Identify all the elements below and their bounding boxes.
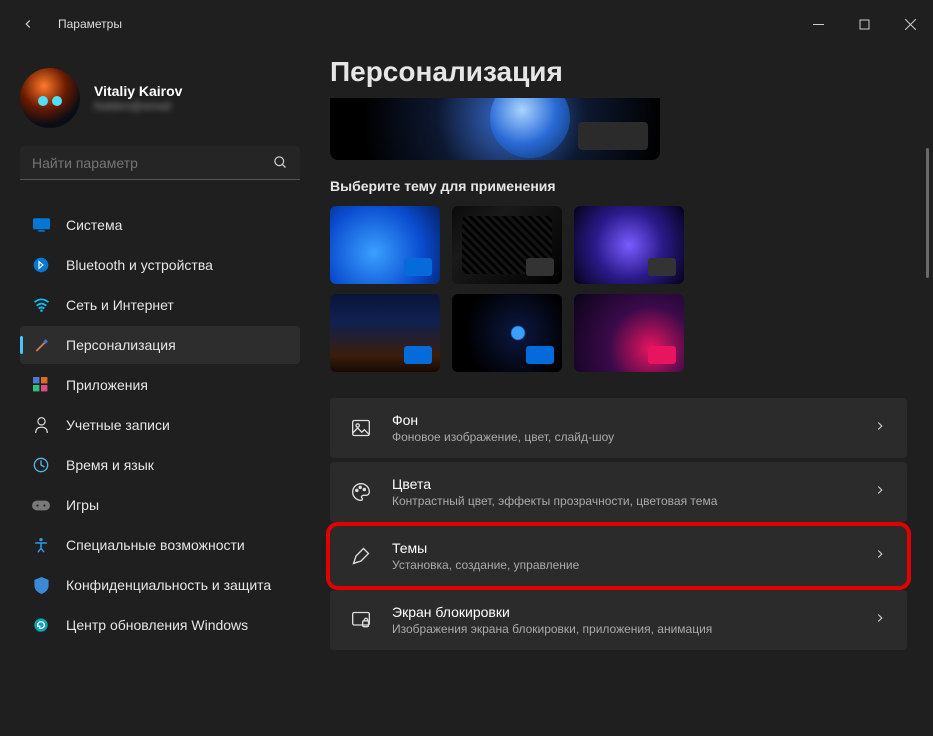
- close-button[interactable]: [887, 4, 933, 44]
- chevron-right-icon: [873, 419, 887, 438]
- sidebar-item-apps[interactable]: Приложения: [20, 366, 300, 404]
- user-email: hidden@email: [94, 99, 182, 113]
- sidebar-item-label: Персонализация: [66, 337, 176, 353]
- search-box[interactable]: [20, 146, 300, 180]
- bluetooth-icon: [32, 257, 50, 273]
- theme-option-4[interactable]: [330, 294, 440, 372]
- theme-option-2[interactable]: [452, 206, 562, 284]
- clock-globe-icon: [32, 457, 50, 473]
- search-icon: [273, 155, 288, 170]
- sidebar-item-network[interactable]: Сеть и Интернет: [20, 286, 300, 324]
- setting-lockscreen[interactable]: Экран блокировки Изображения экрана блок…: [330, 590, 907, 650]
- wifi-icon: [32, 298, 50, 312]
- sidebar-item-label: Приложения: [66, 377, 148, 393]
- sidebar-item-bluetooth[interactable]: Bluetooth и устройства: [20, 246, 300, 284]
- row-title: Цвета: [392, 476, 853, 492]
- setting-themes[interactable]: Темы Установка, создание, управление: [330, 526, 907, 586]
- sidebar-item-label: Учетные записи: [66, 417, 170, 433]
- person-icon: [32, 417, 50, 433]
- row-subtitle: Контрастный цвет, эффекты прозрачности, …: [392, 494, 853, 508]
- sidebar-item-windows-update[interactable]: Центр обновления Windows: [20, 606, 300, 644]
- row-subtitle: Изображения экрана блокировки, приложени…: [392, 622, 853, 636]
- row-title: Экран блокировки: [392, 604, 853, 620]
- sidebar-item-accessibility[interactable]: Специальные возможности: [20, 526, 300, 564]
- sidebar-item-label: Система: [66, 217, 122, 233]
- user-profile[interactable]: Vitaliy Kairov hidden@email: [20, 68, 300, 128]
- apps-icon: [32, 377, 50, 393]
- avatar: [20, 68, 80, 128]
- lockscreen-icon: [350, 610, 372, 630]
- sidebar-item-label: Специальные возможности: [66, 537, 245, 553]
- palette-icon: [350, 482, 372, 502]
- sidebar-item-label: Центр обновления Windows: [66, 617, 248, 633]
- chevron-right-icon: [873, 547, 887, 566]
- theme-section-label: Выберите тему для применения: [330, 178, 907, 194]
- sidebar-item-personalization[interactable]: Персонализация: [20, 326, 300, 364]
- sidebar-item-time-language[interactable]: Время и язык: [20, 446, 300, 484]
- accessibility-icon: [32, 537, 50, 553]
- sidebar-item-label: Время и язык: [66, 457, 154, 473]
- theme-option-1[interactable]: [330, 206, 440, 284]
- theme-option-3[interactable]: [574, 206, 684, 284]
- scrollbar-thumb[interactable]: [926, 148, 929, 278]
- pen-icon: [350, 546, 372, 566]
- brush-icon: [32, 337, 50, 353]
- window-title: Параметры: [58, 17, 122, 31]
- sidebar-item-label: Сеть и Интернет: [66, 297, 174, 313]
- monitor-icon: [32, 218, 50, 232]
- chevron-right-icon: [873, 611, 887, 630]
- minimize-button[interactable]: [795, 4, 841, 44]
- shield-icon: [32, 577, 50, 594]
- setting-colors[interactable]: Цвета Контрастный цвет, эффекты прозрачн…: [330, 462, 907, 522]
- sidebar-item-label: Игры: [66, 497, 99, 513]
- row-subtitle: Установка, создание, управление: [392, 558, 853, 572]
- maximize-button[interactable]: [841, 4, 887, 44]
- image-icon: [350, 418, 372, 438]
- sidebar-item-privacy[interactable]: Конфиденциальность и защита: [20, 566, 300, 604]
- chevron-right-icon: [873, 483, 887, 502]
- search-input[interactable]: [32, 155, 250, 171]
- theme-option-6[interactable]: [574, 294, 684, 372]
- user-name: Vitaliy Kairov: [94, 83, 182, 99]
- page-title: Персонализация: [330, 56, 907, 88]
- update-icon: [32, 617, 50, 633]
- sidebar-item-label: Bluetooth и устройства: [66, 257, 213, 273]
- row-title: Темы: [392, 540, 853, 556]
- row-title: Фон: [392, 412, 853, 428]
- theme-option-5[interactable]: [452, 294, 562, 372]
- desktop-preview: [330, 98, 660, 160]
- row-subtitle: Фоновое изображение, цвет, слайд-шоу: [392, 430, 853, 444]
- sidebar-item-label: Конфиденциальность и защита: [66, 577, 271, 593]
- setting-background[interactable]: Фон Фоновое изображение, цвет, слайд-шоу: [330, 398, 907, 458]
- sidebar-item-gaming[interactable]: Игры: [20, 486, 300, 524]
- sidebar-item-system[interactable]: Система: [20, 206, 300, 244]
- back-button[interactable]: [20, 16, 36, 32]
- gamepad-icon: [32, 499, 50, 512]
- sidebar-item-accounts[interactable]: Учетные записи: [20, 406, 300, 444]
